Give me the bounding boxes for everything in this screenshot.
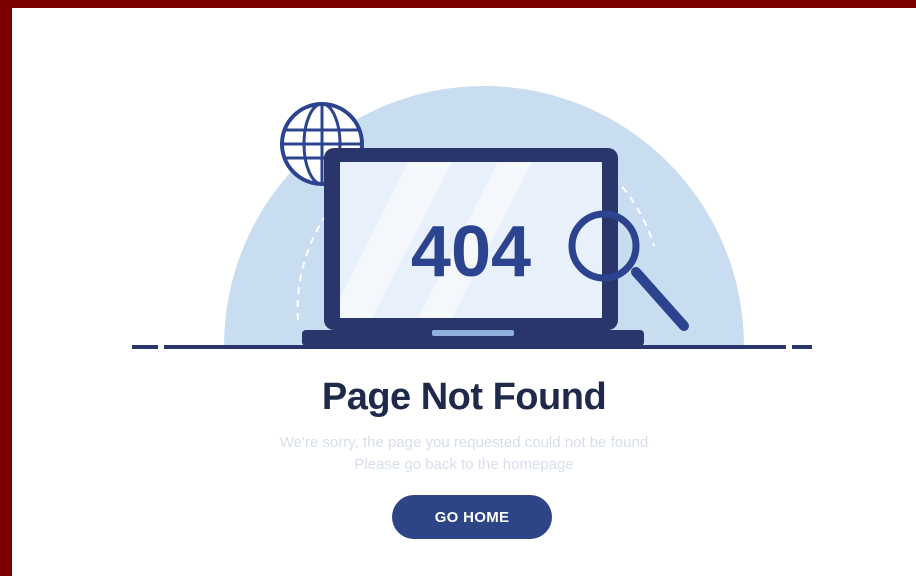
404-illustration: 404 <box>132 86 812 349</box>
error-message-line-2: Please go back to the homepage <box>354 456 574 473</box>
error-code-text: 404 <box>411 212 531 292</box>
go-home-button[interactable]: GO HOME <box>392 495 552 539</box>
go-home-button-label: GO HOME <box>434 508 510 526</box>
error-message-line-1: We're sorry, the page you requested coul… <box>279 434 649 451</box>
page-frame: 404 Page Not Found We're sorry, the page… <box>12 8 916 576</box>
page-title: Page Not Found <box>321 376 607 418</box>
